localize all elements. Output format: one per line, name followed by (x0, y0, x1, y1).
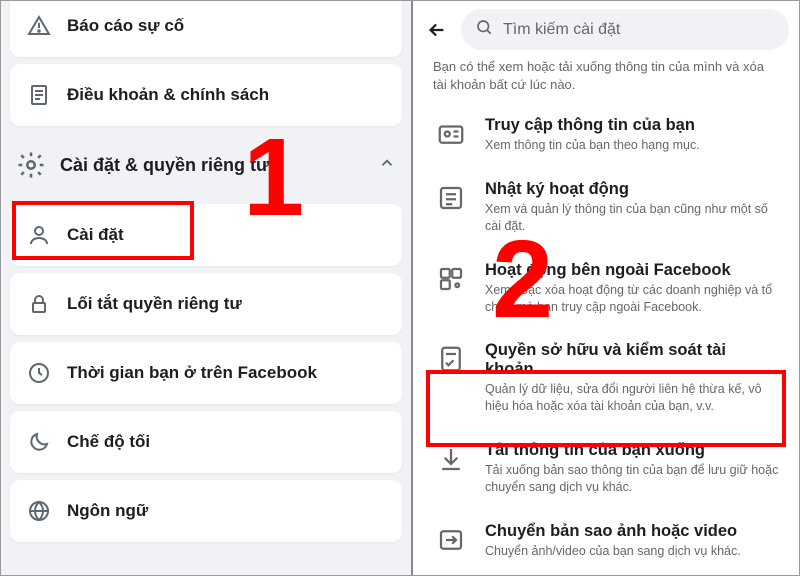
menu-item-dark-mode[interactable]: Chế độ tối (10, 411, 402, 473)
item-transfer[interactable]: Chuyển bản sao ảnh hoặc video Chuyển ảnh… (413, 509, 799, 573)
section-settings-privacy[interactable]: Cài đặt & quyền riêng tư (1, 133, 411, 197)
item-ownership[interactable]: Quyền sở hữu và kiểm soát tài khoản Quản… (413, 328, 799, 428)
menu-label: Cài đặt (67, 225, 124, 245)
item-desc: Xem hoặc xóa hoạt động từ các doanh nghi… (485, 282, 779, 316)
item-desc: Xem và quản lý thông tin của bạn cũng nh… (485, 201, 779, 235)
menu-item-privacy-shortcut[interactable]: Lối tắt quyền riêng tư (10, 273, 402, 335)
clock-icon (25, 359, 53, 387)
card-privacy-shortcut: Lối tắt quyền riêng tư (10, 273, 402, 335)
search-icon (475, 18, 493, 41)
card-language: Ngôn ngữ (10, 480, 402, 542)
settings-detail-panel: Tìm kiếm cài đặt Bạn có thể xem hoặc tải… (413, 1, 799, 575)
lock-icon (25, 290, 53, 318)
detail-header: Tìm kiếm cài đặt (413, 1, 799, 58)
document-check-icon (433, 341, 469, 377)
avatar-gear-icon (25, 221, 53, 249)
menu-item-terms[interactable]: Điều khoản & chính sách (10, 64, 402, 126)
settings-menu-panel: Báo cáo sự cố Điều khoản & chính sách Cà… (1, 1, 413, 575)
list-icon (433, 180, 469, 216)
card-settings: Cài đặt (10, 204, 402, 266)
item-title: Hoạt động bên ngoài Facebook (485, 261, 779, 280)
menu-item-language[interactable]: Ngôn ngữ (10, 480, 402, 542)
card-report: Báo cáo sự cố (10, 1, 402, 57)
app-grid-icon (433, 261, 469, 297)
menu-item-report[interactable]: Báo cáo sự cố (10, 1, 402, 57)
menu-label: Điều khoản & chính sách (67, 85, 269, 105)
gear-icon (16, 150, 46, 180)
card-terms: Điều khoản & chính sách (10, 64, 402, 126)
transfer-icon (433, 522, 469, 558)
item-title: Nhật ký hoạt động (485, 180, 779, 199)
document-icon (25, 81, 53, 109)
chevron-up-icon (378, 154, 396, 177)
section-label: Cài đặt & quyền riêng tư (60, 155, 269, 176)
item-desc: Chuyển ảnh/video của bạn sang dịch vụ kh… (485, 543, 779, 560)
item-title: Truy cập thông tin của bạn (485, 116, 779, 135)
menu-label: Lối tắt quyền riêng tư (67, 294, 242, 314)
back-button[interactable] (423, 16, 451, 44)
card-time-on-fb: Thời gian bạn ở trên Facebook (10, 342, 402, 404)
menu-label: Chế độ tối (67, 432, 150, 452)
search-input[interactable]: Tìm kiếm cài đặt (461, 9, 789, 50)
download-icon (433, 441, 469, 477)
globe-icon (25, 497, 53, 525)
item-desc: Xem thông tin của bạn theo hạng mục. (485, 137, 779, 154)
item-off-fb[interactable]: Hoạt động bên ngoài Facebook Xem hoặc xó… (413, 248, 799, 329)
menu-label: Thời gian bạn ở trên Facebook (67, 363, 317, 383)
moon-icon (25, 428, 53, 456)
warning-icon (25, 12, 53, 40)
item-activity-log[interactable]: Nhật ký hoạt động Xem và quản lý thông t… (413, 167, 799, 248)
item-desc: Tải xuống bản sao thông tin của bạn để l… (485, 462, 779, 496)
menu-item-settings[interactable]: Cài đặt (10, 204, 402, 266)
item-access-info[interactable]: Truy cập thông tin của bạn Xem thông tin… (413, 103, 799, 167)
item-title: Quyền sở hữu và kiểm soát tài khoản (485, 341, 779, 379)
card-dark-mode: Chế độ tối (10, 411, 402, 473)
item-desc: Quản lý dữ liệu, sửa đổi người liên hệ t… (485, 381, 779, 415)
search-placeholder: Tìm kiếm cài đặt (503, 21, 620, 39)
id-card-icon (433, 116, 469, 152)
item-download-info[interactable]: Tải thông tin của bạn xuống Tải xuống bả… (413, 428, 799, 509)
menu-item-time-on-fb[interactable]: Thời gian bạn ở trên Facebook (10, 342, 402, 404)
menu-label: Báo cáo sự cố (67, 16, 184, 36)
item-title: Tải thông tin của bạn xuống (485, 441, 779, 460)
item-title: Chuyển bản sao ảnh hoặc video (485, 522, 779, 541)
menu-label: Ngôn ngữ (67, 501, 148, 521)
section-intro: Bạn có thể xem hoặc tải xuống thông tin … (413, 58, 799, 103)
